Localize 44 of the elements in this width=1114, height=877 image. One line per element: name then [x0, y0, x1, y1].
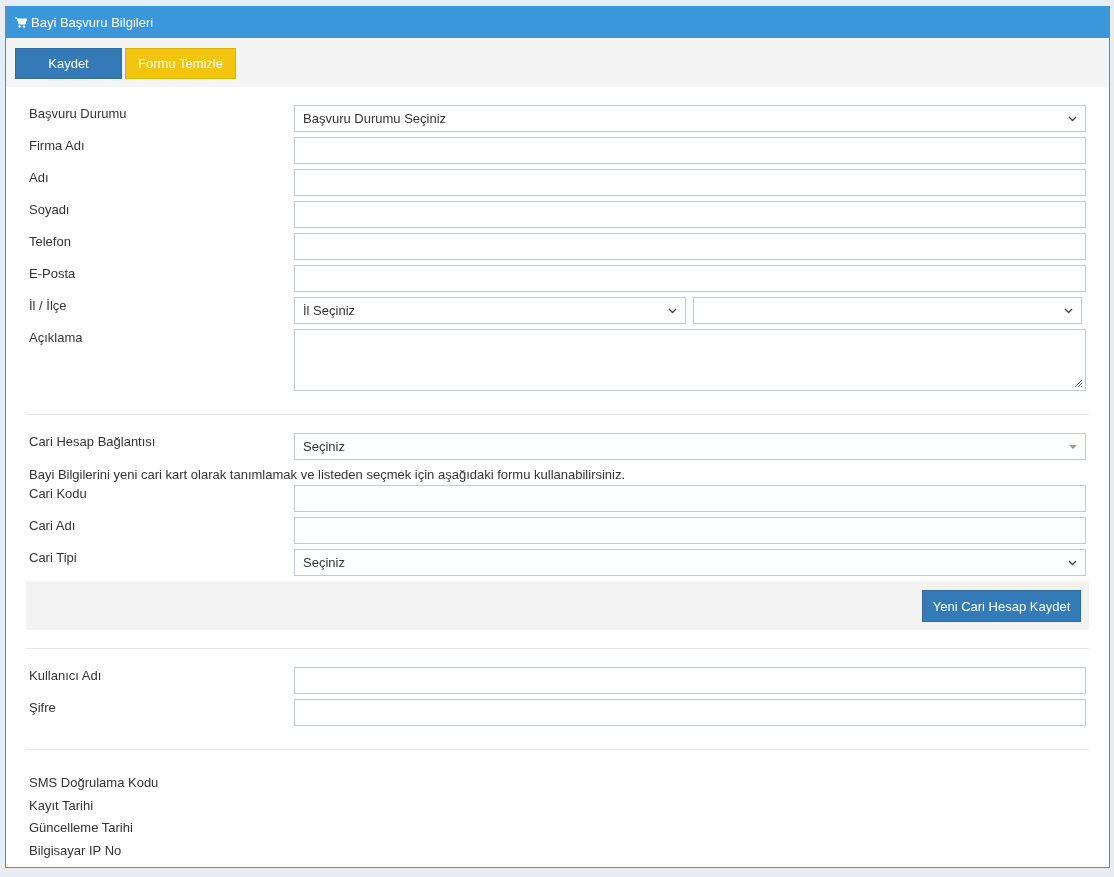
field-label: SMS Doğrulama Kodu — [28, 774, 160, 791]
caret-down-icon — [1068, 115, 1077, 122]
caret-down-icon — [668, 307, 677, 314]
select-field[interactable]: İl Seçiniz — [294, 297, 686, 324]
select-field[interactable]: Başvuru Durumu Seçiniz — [294, 105, 1086, 132]
field-label: Kayıt Tarihi — [28, 796, 95, 814]
resize-handle-icon[interactable] — [1073, 378, 1083, 388]
field-label: Güncelleme Tarihi — [28, 819, 134, 836]
help-text: Bayi Bilgilerini yeni cari kart olarak tanımlamak ve listeden seçmek için aşağıdaki formu kullanabilirsiniz. — [28, 467, 626, 482]
text-field[interactable] — [294, 169, 1086, 196]
field-label: Cari Kodu — [28, 485, 88, 502]
field-label: İl / İlçe — [28, 297, 68, 314]
text-field[interactable] — [294, 517, 1086, 544]
text-field[interactable] — [294, 667, 1086, 694]
field-label: Cari Adı — [28, 517, 77, 534]
field-label: Cari Tipi — [28, 549, 78, 566]
save-button[interactable]: Kaydet — [15, 48, 122, 79]
caret-down-icon — [1069, 444, 1077, 449]
select-field[interactable] — [693, 297, 1082, 324]
panel-title: Bayi Başvuru Bilgileri — [31, 15, 154, 30]
field-label: Adı — [28, 169, 50, 186]
text-field[interactable] — [294, 233, 1086, 260]
field-label: Telefon — [28, 233, 72, 250]
text-field[interactable] — [294, 137, 1086, 164]
textarea-field[interactable] — [294, 329, 1086, 391]
field-label: Başvuru Durumu — [28, 105, 128, 122]
field-label: Soyadı — [28, 201, 71, 218]
field-label: Şifre — [28, 699, 57, 716]
select-field[interactable]: Seçiniz — [294, 433, 1086, 460]
field-label: Firma Adı — [28, 137, 86, 154]
caret-down-icon — [1064, 307, 1073, 314]
text-field[interactable] — [294, 201, 1086, 228]
field-label: E-Posta — [28, 265, 77, 282]
password-field[interactable] — [294, 699, 1086, 726]
field-label: Cari Hesap Bağlantısı — [28, 433, 157, 450]
text-field[interactable] — [294, 485, 1086, 512]
field-label: Açıklama — [28, 329, 84, 346]
text-field[interactable] — [294, 265, 1086, 292]
caret-down-icon — [1068, 559, 1077, 566]
field-label: Kullanıcı Adı — [28, 667, 103, 684]
cart-icon — [15, 17, 27, 28]
save-account-button[interactable]: Yeni Cari Hesap Kaydet — [922, 590, 1081, 622]
select-field[interactable]: Seçiniz — [294, 549, 1086, 576]
field-label: Bilgisayar IP No — [28, 841, 123, 859]
